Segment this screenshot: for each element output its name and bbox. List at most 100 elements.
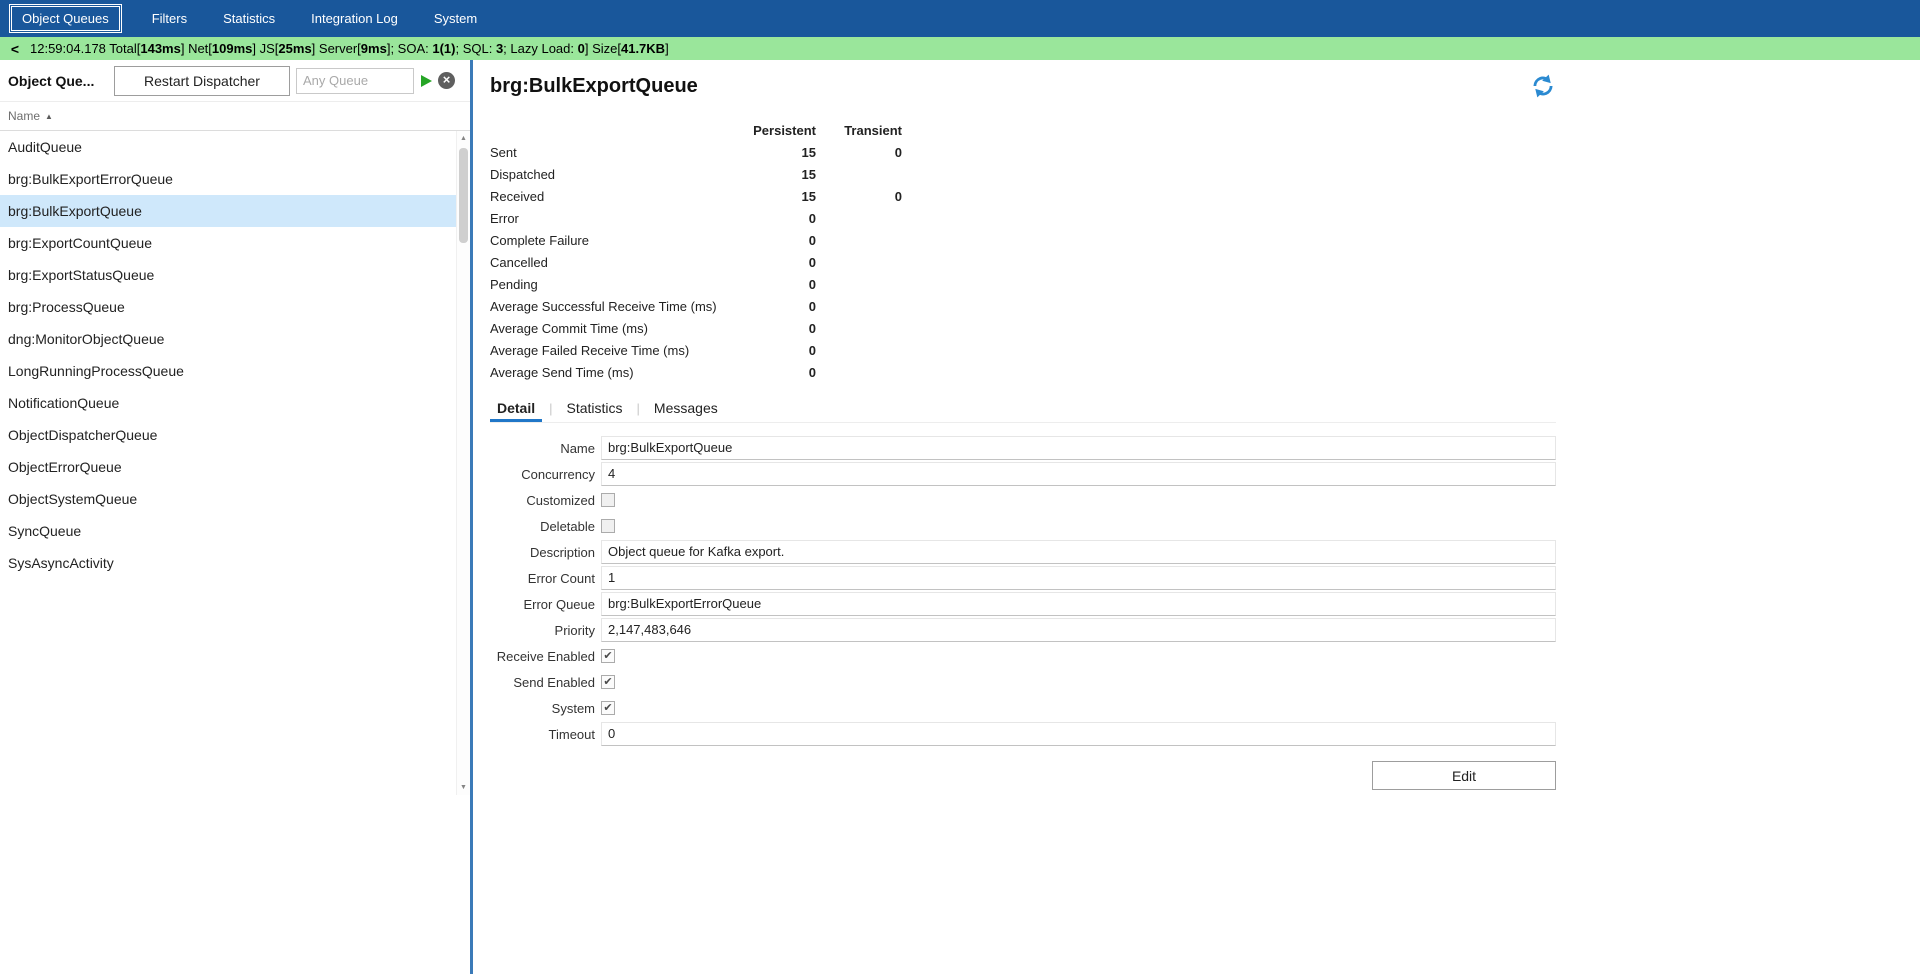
- nav-item-statistics[interactable]: Statistics: [213, 6, 285, 31]
- form-row: System✔: [490, 696, 1556, 720]
- stats-persistent-value: 0: [740, 343, 816, 358]
- run-filter-icon[interactable]: [421, 75, 432, 87]
- field-name[interactable]: brg:BulkExportQueue: [601, 436, 1556, 460]
- stats-persistent-value: 0: [740, 299, 816, 314]
- scroll-up-icon[interactable]: ▲: [457, 131, 470, 146]
- stats-persistent-value: 15: [740, 167, 816, 182]
- status-segment: ] Server[: [312, 41, 361, 56]
- stats-label: Dispatched: [490, 167, 740, 182]
- field-label-customized: Customized: [490, 493, 595, 508]
- field-label-priority: Priority: [490, 623, 595, 638]
- page-title: brg:BulkExportQueue: [490, 73, 698, 98]
- queue-list-item[interactable]: SyncQueue: [0, 515, 456, 547]
- queue-list-scrollbar[interactable]: ▲ ▼: [456, 131, 470, 795]
- stats-label: Average Send Time (ms): [490, 365, 740, 380]
- status-bar: < 12:59:04.178 Total[143ms] Net[109ms] J…: [0, 37, 1920, 60]
- form-row: Concurrency 4: [490, 462, 1556, 486]
- form-row: Send Enabled ✔: [490, 670, 1556, 694]
- queue-list-item[interactable]: brg:ExportCountQueue: [0, 227, 456, 259]
- scrollbar-thumb[interactable]: [459, 148, 468, 243]
- queue-list-item[interactable]: brg:BulkExportQueue: [0, 195, 456, 227]
- queue-list-item[interactable]: brg:ProcessQueue: [0, 291, 456, 323]
- edit-button[interactable]: Edit: [1372, 761, 1556, 790]
- stats-persistent-value: 15: [740, 145, 816, 160]
- queue-stats-table: Persistent Transient Sent150 Dispatched15…: [490, 119, 1920, 383]
- sort-asc-icon: ▲: [45, 112, 53, 121]
- field-label-send-enabled: Send Enabled: [490, 675, 595, 690]
- queue-list-item[interactable]: ObjectDispatcherQueue: [0, 419, 456, 451]
- stats-transient-value: 0: [816, 189, 902, 204]
- restart-dispatcher-button[interactable]: Restart Dispatcher: [114, 66, 290, 96]
- tab-messages[interactable]: Messages: [647, 396, 725, 422]
- stats-label: Pending: [490, 277, 740, 292]
- stats-persistent-value: 0: [740, 233, 816, 248]
- queue-list-item[interactable]: LongRunningProcessQueue: [0, 355, 456, 387]
- form-row: Deletable: [490, 514, 1556, 538]
- status-segment: 9ms: [361, 41, 387, 56]
- stats-persistent-value: 0: [740, 321, 816, 336]
- stats-label: Average Commit Time (ms): [490, 321, 740, 336]
- stats-label: Received: [490, 189, 740, 204]
- form-row: Receive Enabled ✔: [490, 644, 1556, 668]
- field-timeout[interactable]: 0: [601, 722, 1556, 746]
- queue-list-item[interactable]: brg:BulkExportErrorQueue: [0, 163, 456, 195]
- stats-row: Average Successful Receive Time (ms)0: [490, 295, 1920, 317]
- collapse-status-icon[interactable]: <: [0, 41, 30, 57]
- status-timing-text: 12:59:04.178 Total[143ms] Net[109ms] JS[…: [30, 41, 669, 56]
- status-segment: ; Lazy Load:: [503, 41, 577, 56]
- field-description[interactable]: Object queue for Kafka export.: [601, 540, 1556, 564]
- queue-list-item[interactable]: NotificationQueue: [0, 387, 456, 419]
- status-segment: ] Size[: [585, 41, 621, 56]
- stats-row: Error0: [490, 207, 1920, 229]
- queue-list-item[interactable]: AuditQueue: [0, 131, 456, 163]
- field-error-count[interactable]: 1: [601, 566, 1556, 590]
- content-area: Object Que... Restart Dispatcher × Name …: [0, 60, 1920, 974]
- field-label-concurrency: Concurrency: [490, 467, 595, 482]
- queue-search-input[interactable]: [296, 68, 414, 94]
- status-segment: 0: [578, 41, 585, 56]
- clear-filter-icon[interactable]: ×: [438, 72, 455, 89]
- checkbox-send-enabled[interactable]: ✔: [601, 675, 615, 689]
- queue-list-item[interactable]: ObjectSystemQueue: [0, 483, 456, 515]
- status-segment: 143ms: [140, 41, 180, 56]
- form-row: Namebrg:BulkExportQueue: [490, 436, 1556, 460]
- tab-detail[interactable]: Detail: [490, 396, 542, 422]
- tab-separator: |: [549, 401, 552, 416]
- field-label-receive-enabled: Receive Enabled: [490, 649, 595, 664]
- queue-list-item[interactable]: dng:MonitorObjectQueue: [0, 323, 456, 355]
- stats-col-persistent: Persistent: [740, 123, 816, 138]
- queue-list-item[interactable]: brg:ExportStatusQueue: [0, 259, 456, 291]
- queue-list: AuditQueuebrg:BulkExportErrorQueuebrg:Bu…: [0, 131, 456, 579]
- stats-row: Average Send Time (ms)0: [490, 361, 1920, 383]
- column-header-label: Name: [8, 109, 40, 123]
- status-segment: 109ms: [212, 41, 252, 56]
- queue-panel-title: Object Que...: [8, 73, 114, 89]
- stats-row: Sent150: [490, 141, 1920, 163]
- nav-item-object-queues[interactable]: Object Queues: [11, 6, 120, 31]
- status-segment: ] Net[: [181, 41, 212, 56]
- tab-statistics[interactable]: Statistics: [560, 396, 630, 422]
- field-label-timeout: Timeout: [490, 727, 595, 742]
- form-row: DescriptionObject queue for Kafka export…: [490, 540, 1556, 564]
- refresh-icon[interactable]: [1530, 73, 1556, 104]
- queue-panel: Object Que... Restart Dispatcher × Name …: [0, 60, 473, 974]
- queue-list-item[interactable]: ObjectErrorQueue: [0, 451, 456, 483]
- queue-list-item[interactable]: SysAsyncActivity: [0, 547, 456, 579]
- field-priority[interactable]: 2,147,483,646: [601, 618, 1556, 642]
- detail-tabstrip: Detail|Statistics|Messages: [490, 394, 1556, 423]
- field-error-queue[interactable]: brg:BulkExportErrorQueue: [601, 592, 1556, 616]
- scroll-down-icon[interactable]: ▼: [457, 780, 470, 795]
- checkbox-system[interactable]: ✔: [601, 701, 615, 715]
- stats-header-row: Persistent Transient: [490, 119, 1920, 141]
- stats-persistent-value: 0: [740, 211, 816, 226]
- nav-item-filters[interactable]: Filters: [142, 6, 197, 31]
- nav-item-system[interactable]: System: [424, 6, 487, 31]
- checkbox-customized[interactable]: [601, 493, 615, 507]
- nav-item-integration-log[interactable]: Integration Log: [301, 6, 408, 31]
- checkbox-receive-enabled[interactable]: ✔: [601, 649, 615, 663]
- field-concurrency[interactable]: 4: [601, 462, 1556, 486]
- stats-label: Average Successful Receive Time (ms): [490, 299, 740, 314]
- checkbox-deletable[interactable]: [601, 519, 615, 533]
- column-header-name[interactable]: Name ▲: [0, 101, 470, 131]
- status-segment: ]; SOA:: [387, 41, 433, 56]
